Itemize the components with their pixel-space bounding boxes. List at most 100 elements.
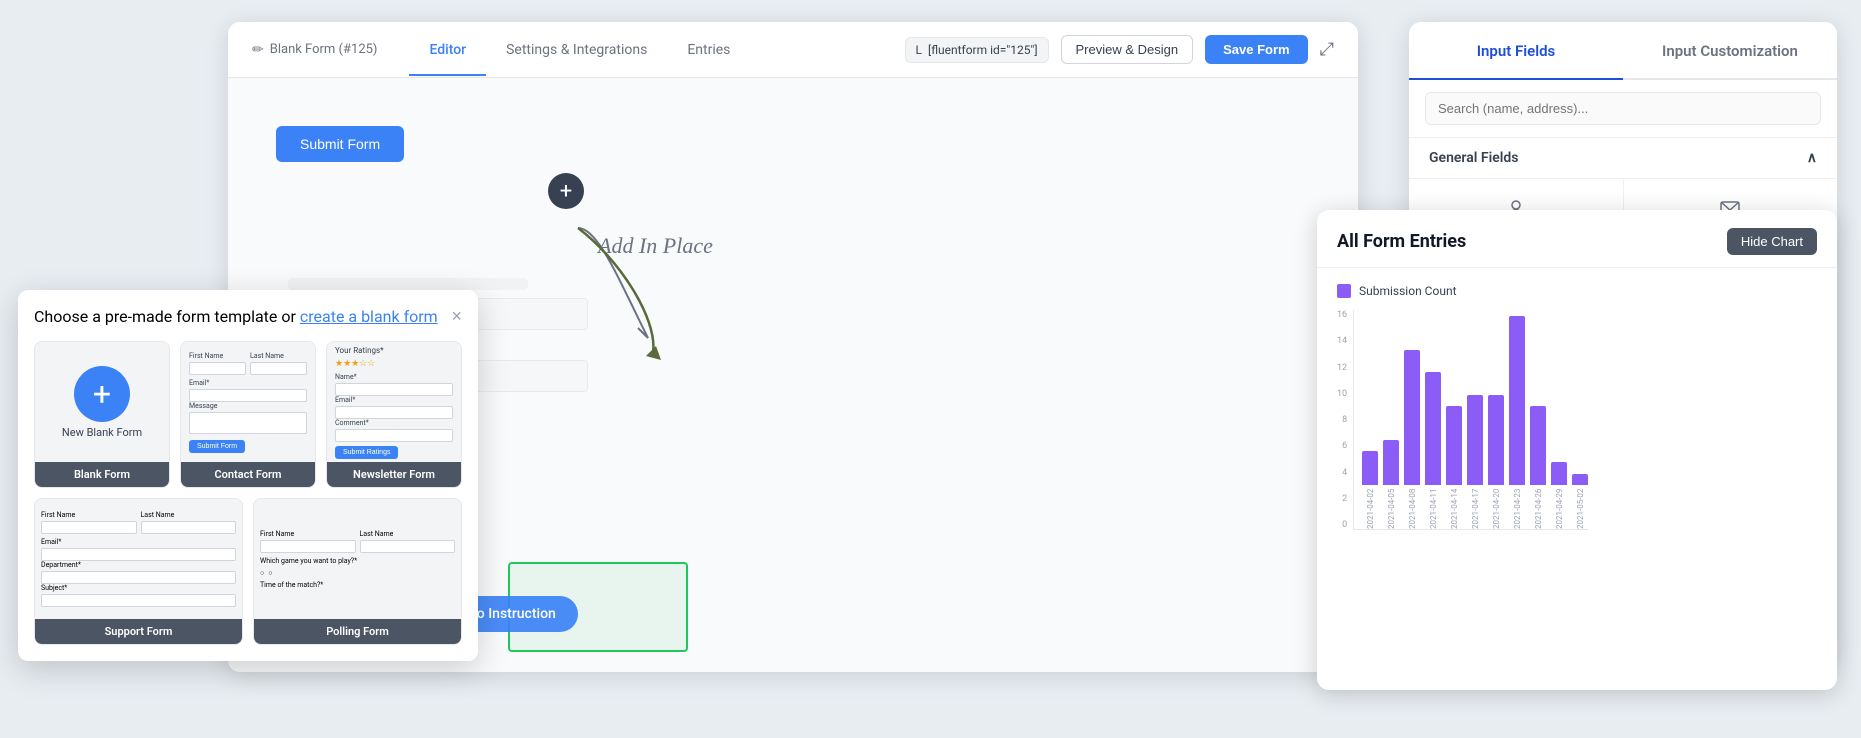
legend-dot: [1337, 284, 1351, 298]
template-grid: + New Blank Form Blank Form First Name L…: [34, 341, 462, 488]
bar-column-2: 2021-04-08: [1404, 350, 1420, 529]
panel-tabs: Input Fields Input Customization: [1409, 22, 1837, 80]
bar-3: [1425, 372, 1441, 485]
form-submit-area: Submit Form: [276, 126, 1310, 162]
bar-column-10: 2021-05-02: [1572, 474, 1588, 529]
popup-close-button[interactable]: ×: [451, 306, 462, 327]
y-label-16: 16: [1337, 310, 1347, 320]
y-axis: 16 14 12 10 8 6 4 2 0: [1337, 310, 1353, 530]
bar-label-3: 2021-04-11: [1429, 489, 1438, 529]
bar-label-7: 2021-04-23: [1513, 489, 1522, 529]
bar-7: [1509, 316, 1525, 485]
submit-form-button[interactable]: Submit Form: [276, 126, 404, 162]
bar-label-9: 2021-04-29: [1555, 489, 1564, 529]
nav-tabs: Editor Settings & Integrations Entries: [409, 25, 896, 75]
expand-button[interactable]: ⤢: [1320, 39, 1334, 60]
bar-10: [1572, 474, 1588, 485]
blank-form-preview: + New Blank Form: [35, 342, 169, 462]
hide-chart-button[interactable]: Hide Chart: [1727, 228, 1817, 255]
preview-design-button[interactable]: Preview & Design: [1061, 35, 1194, 64]
support-form-preview: First Name Last Name Email* Department* …: [35, 499, 242, 619]
panel-search: [1409, 80, 1837, 138]
breadcrumb-text: Blank Form (#125): [270, 42, 378, 57]
chart-panel: All Form Entries Hide Chart Submission C…: [1317, 210, 1837, 690]
template-popup-text: Choose a pre-made form template or creat…: [34, 307, 438, 326]
chart-container: 16 14 12 10 8 6 4 2 0 2021-04-022021-04-…: [1337, 310, 1817, 530]
legend-label: Submission Count: [1359, 284, 1457, 298]
bar-2: [1404, 350, 1420, 485]
template-popup: Choose a pre-made form template or creat…: [18, 290, 478, 661]
template-card-polling[interactable]: First Name Last Name Which game you want…: [253, 498, 462, 645]
template-card-support[interactable]: First Name Last Name Email* Department* …: [34, 498, 243, 645]
bar-8: [1530, 406, 1546, 485]
y-label-8: 8: [1342, 415, 1347, 425]
chart-legend: Submission Count: [1337, 284, 1817, 298]
polling-form-mini: First Name Last Name Which game you want…: [254, 524, 461, 595]
shortcode-text: [fluentform id="125"]: [928, 43, 1037, 57]
bar-column-3: 2021-04-11: [1425, 372, 1441, 529]
breadcrumb: ✏ Blank Form (#125): [252, 42, 377, 58]
search-input[interactable]: [1425, 92, 1821, 125]
blank-form-plus-icon: +: [74, 366, 130, 422]
tab-input-fields[interactable]: Input Fields: [1409, 24, 1623, 80]
general-fields-label: General Fields: [1429, 150, 1518, 166]
bar-column-6: 2021-04-20: [1488, 395, 1504, 529]
bar-5: [1467, 395, 1483, 485]
contact-form-label: Contact Form: [181, 462, 315, 487]
chevron-up-icon: ∧: [1807, 150, 1817, 166]
bar-4: [1446, 406, 1462, 485]
tab-settings[interactable]: Settings & Integrations: [486, 26, 667, 76]
header-right: L [fluentform id="125"] Preview & Design…: [905, 35, 1334, 64]
bar-6: [1488, 395, 1504, 485]
bar-label-0: 2021-04-02: [1366, 489, 1375, 529]
y-label-12: 12: [1337, 363, 1347, 373]
chart-area: Submission Count 16 14 12 10 8 6 4 2 0 2…: [1317, 268, 1837, 546]
bar-column-1: 2021-04-05: [1383, 440, 1399, 529]
add-in-place-label: Add In Place: [598, 233, 713, 259]
chart-header: All Form Entries Hide Chart: [1317, 210, 1837, 268]
bar-column-5: 2021-04-17: [1467, 395, 1483, 529]
bar-label-4: 2021-04-14: [1450, 489, 1459, 529]
template-card-blank[interactable]: + New Blank Form Blank Form: [34, 341, 170, 488]
template-card-newsletter[interactable]: Your Ratings* ★★★☆☆ Name* Email* Comment…: [326, 341, 462, 488]
bar-column-8: 2021-04-26: [1530, 406, 1546, 529]
y-label-2: 2: [1342, 494, 1347, 504]
bar-label-10: 2021-05-02: [1576, 489, 1585, 529]
bar-column-7: 2021-04-23: [1509, 316, 1525, 529]
create-blank-form-link[interactable]: create a blank form: [300, 307, 438, 326]
template-popup-header: Choose a pre-made form template or creat…: [34, 306, 462, 327]
bar-label-6: 2021-04-20: [1492, 489, 1501, 529]
shortcode-badge[interactable]: L [fluentform id="125"]: [905, 37, 1049, 63]
contact-form-preview: First Name Last Name Email* Message Subm…: [181, 342, 315, 462]
bar-column-9: 2021-04-29: [1551, 462, 1567, 529]
plus-icon: +: [560, 179, 572, 204]
bar-1: [1383, 440, 1399, 485]
y-label-14: 14: [1337, 336, 1347, 346]
bar-0: [1362, 451, 1378, 485]
general-fields-header: General Fields ∧: [1409, 138, 1837, 179]
save-form-button[interactable]: Save Form: [1205, 35, 1307, 64]
y-label-10: 10: [1337, 389, 1347, 399]
editor-header: ✏ Blank Form (#125) Editor Settings & In…: [228, 22, 1358, 78]
tab-entries[interactable]: Entries: [667, 26, 750, 76]
bar-label-5: 2021-04-17: [1471, 489, 1480, 529]
y-label-0: 0: [1342, 520, 1347, 530]
contact-form-mini: First Name Last Name Email* Message Subm…: [181, 344, 315, 461]
bar-label-1: 2021-04-05: [1387, 489, 1396, 529]
template-card-contact[interactable]: First Name Last Name Email* Message Subm…: [180, 341, 316, 488]
bar-column-4: 2021-04-14: [1446, 406, 1462, 529]
bar-9: [1551, 462, 1567, 485]
polling-form-preview: First Name Last Name Which game you want…: [254, 499, 461, 619]
add-in-place-button[interactable]: +: [548, 173, 584, 209]
support-form-mini: First Name Last Name Email* Department* …: [35, 505, 242, 613]
blank-form-sublabel: New Blank Form: [62, 426, 142, 439]
bar-chart: 2021-04-02 2021-04-05 2021-04-08 2021-04-11…: [1353, 310, 1588, 530]
tab-editor[interactable]: Editor: [409, 26, 486, 76]
blank-form-label: Blank Form: [35, 462, 169, 487]
template-bottom-row: First Name Last Name Email* Department* …: [34, 498, 462, 645]
bar-column-0: 2021-04-02: [1362, 451, 1378, 529]
newsletter-form-mini: Your Ratings* ★★★☆☆ Name* Email* Comment…: [327, 342, 461, 462]
bar-label-8: 2021-04-26: [1534, 489, 1543, 529]
tab-input-customization[interactable]: Input Customization: [1623, 24, 1837, 80]
shortcode-icon: L: [916, 43, 922, 57]
